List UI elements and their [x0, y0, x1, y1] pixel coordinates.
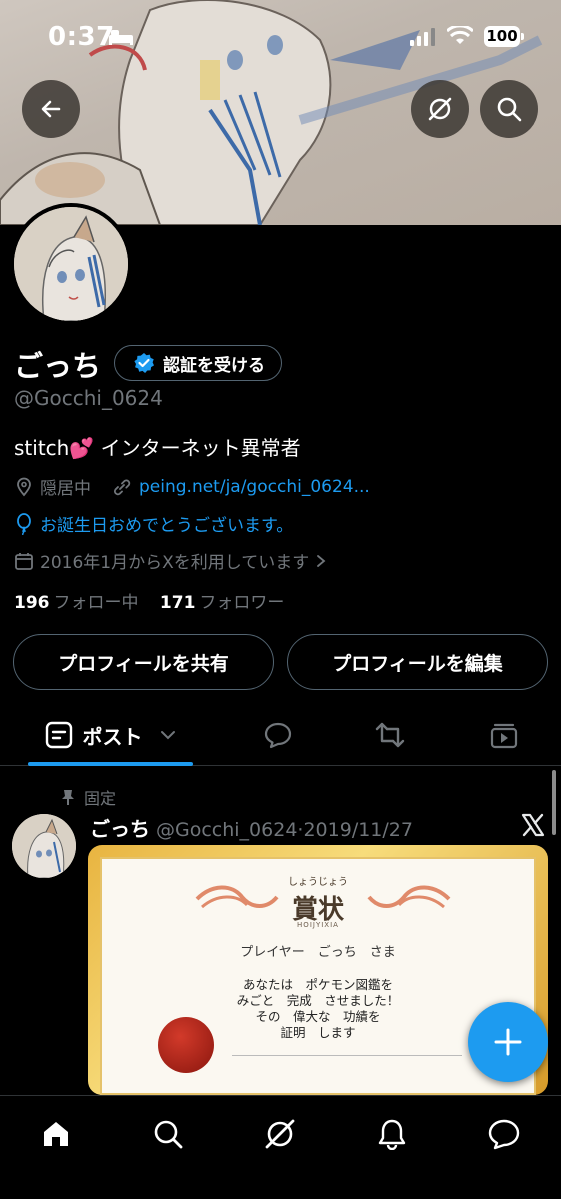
website-link[interactable]: peing.net/ja/gocchi_0624... [139, 477, 370, 497]
pinned-indicator: 固定 [60, 785, 116, 809]
pinned-label: 固定 [84, 789, 117, 808]
grok-icon [428, 97, 452, 121]
sleep-mode-icon [109, 30, 133, 45]
user-handle: @Gocchi_0624 [14, 386, 163, 410]
grok-button[interactable] [411, 80, 469, 138]
pin-icon [62, 790, 74, 805]
back-button[interactable] [22, 80, 80, 138]
joined-text: 2016年1月からXを利用しています [40, 553, 310, 573]
tweet-date[interactable]: 2019/11/27 [303, 819, 413, 841]
tweet-author-avatar[interactable] [12, 814, 76, 878]
certificate-line-1: あなたは ポケモン図鑑を [242, 977, 393, 992]
nav-search[interactable] [148, 1114, 188, 1154]
certificate-subtitle: HOIJYIXIA [297, 921, 339, 929]
tab-reposts[interactable] [360, 706, 420, 764]
bottom-navigation [0, 1095, 561, 1199]
plus-icon [494, 1028, 522, 1056]
followers-count: 171 [159, 593, 196, 613]
certificate-paper: しょうじょう 賞状 HOIJYIXIA プレイヤー ごっち さま あなたは ポケ… [100, 857, 536, 1095]
avatar-drawing-small [12, 814, 76, 878]
avatar-drawing [14, 207, 128, 321]
status-time: 0:37 [48, 22, 115, 52]
chevron-right-icon [317, 554, 326, 567]
signal-icon [410, 28, 435, 46]
signature-line [232, 1055, 462, 1056]
posts-filter-icon [45, 721, 72, 749]
compose-post-button[interactable] [468, 1002, 548, 1082]
home-icon [44, 1122, 68, 1146]
battery-indicator: 100 [484, 26, 524, 47]
nav-grok[interactable] [260, 1114, 300, 1154]
search-icon [497, 97, 522, 122]
search-icon [154, 1120, 183, 1149]
active-tab-indicator [28, 762, 193, 766]
bell-icon [378, 1119, 406, 1150]
joined-row[interactable]: 2016年1月からXを利用しています [14, 548, 327, 573]
nav-notifications[interactable] [372, 1114, 412, 1154]
balloon-icon [17, 512, 31, 535]
following-count: 196 [14, 593, 50, 613]
certificate-player: プレイヤー ごっち さま [240, 945, 396, 960]
birthday-text[interactable]: お誕生日おめでとうございます。 [40, 511, 293, 536]
repost-icon [375, 722, 405, 748]
certificate-furigana: しょうじょう [288, 877, 348, 888]
nav-home[interactable] [36, 1114, 76, 1154]
tweet-author-name[interactable]: ごっち [90, 817, 150, 841]
profile-meta-location-link: 隠居中 peing.net/ja/gocchi_0624... [14, 474, 370, 499]
link-icon [114, 479, 131, 495]
location-pin-icon [17, 477, 31, 496]
certificate-line-2: みごと 完成 させました！ [236, 993, 400, 1008]
profile-tabs: ポスト [0, 706, 561, 766]
profile-bio: stitch💕 インターネット異常者 [14, 436, 301, 460]
follow-stats: 196 フォロー中 171 フォロワー [14, 588, 284, 613]
tab-posts-label: ポスト [82, 724, 143, 749]
certificate-line-3: その 偉大な 功績を [255, 1009, 381, 1024]
media-video-icon [490, 723, 518, 749]
wifi-icon [447, 26, 473, 44]
reply-bubble-icon [264, 722, 292, 749]
status-bar: 0:37 100 [0, 0, 561, 70]
birthday-row: お誕生日おめでとうございます。 [14, 511, 293, 536]
wax-seal [158, 1017, 214, 1073]
search-button[interactable] [480, 80, 538, 138]
x-logo-icon[interactable] [520, 812, 546, 838]
tab-media[interactable] [474, 706, 534, 764]
tab-posts[interactable]: ポスト [28, 706, 193, 764]
tweet-header: ごっち @Gocchi_0624·2019/11/27 [90, 813, 413, 842]
arrow-left-icon [41, 100, 61, 118]
calendar-icon [15, 552, 33, 570]
chevron-down-icon [160, 731, 175, 740]
display-name: ごっち [14, 349, 102, 383]
share-profile-button[interactable]: プロフィールを共有 [13, 634, 274, 690]
following-link[interactable]: 196 フォロー中 [14, 593, 139, 613]
profile-avatar[interactable] [10, 203, 132, 325]
get-verified-button[interactable]: 認証を受ける [114, 345, 282, 381]
location-text: 隠居中 [40, 479, 91, 499]
nav-messages[interactable] [484, 1114, 524, 1154]
tweet-author-handle[interactable]: @Gocchi_0624 [156, 819, 297, 841]
tab-replies[interactable] [248, 706, 308, 764]
edit-profile-button[interactable]: プロフィールを編集 [287, 634, 548, 690]
message-bubble-icon [488, 1119, 520, 1150]
followers-link[interactable]: 171 フォロワー [160, 593, 285, 613]
scrollbar[interactable] [552, 770, 556, 835]
followers-label: フォロワー [199, 593, 285, 613]
following-label: フォロー中 [53, 593, 139, 613]
grok-icon [265, 1119, 295, 1149]
get-verified-label: 認証を受ける [163, 355, 265, 376]
verified-badge-icon [134, 353, 154, 373]
